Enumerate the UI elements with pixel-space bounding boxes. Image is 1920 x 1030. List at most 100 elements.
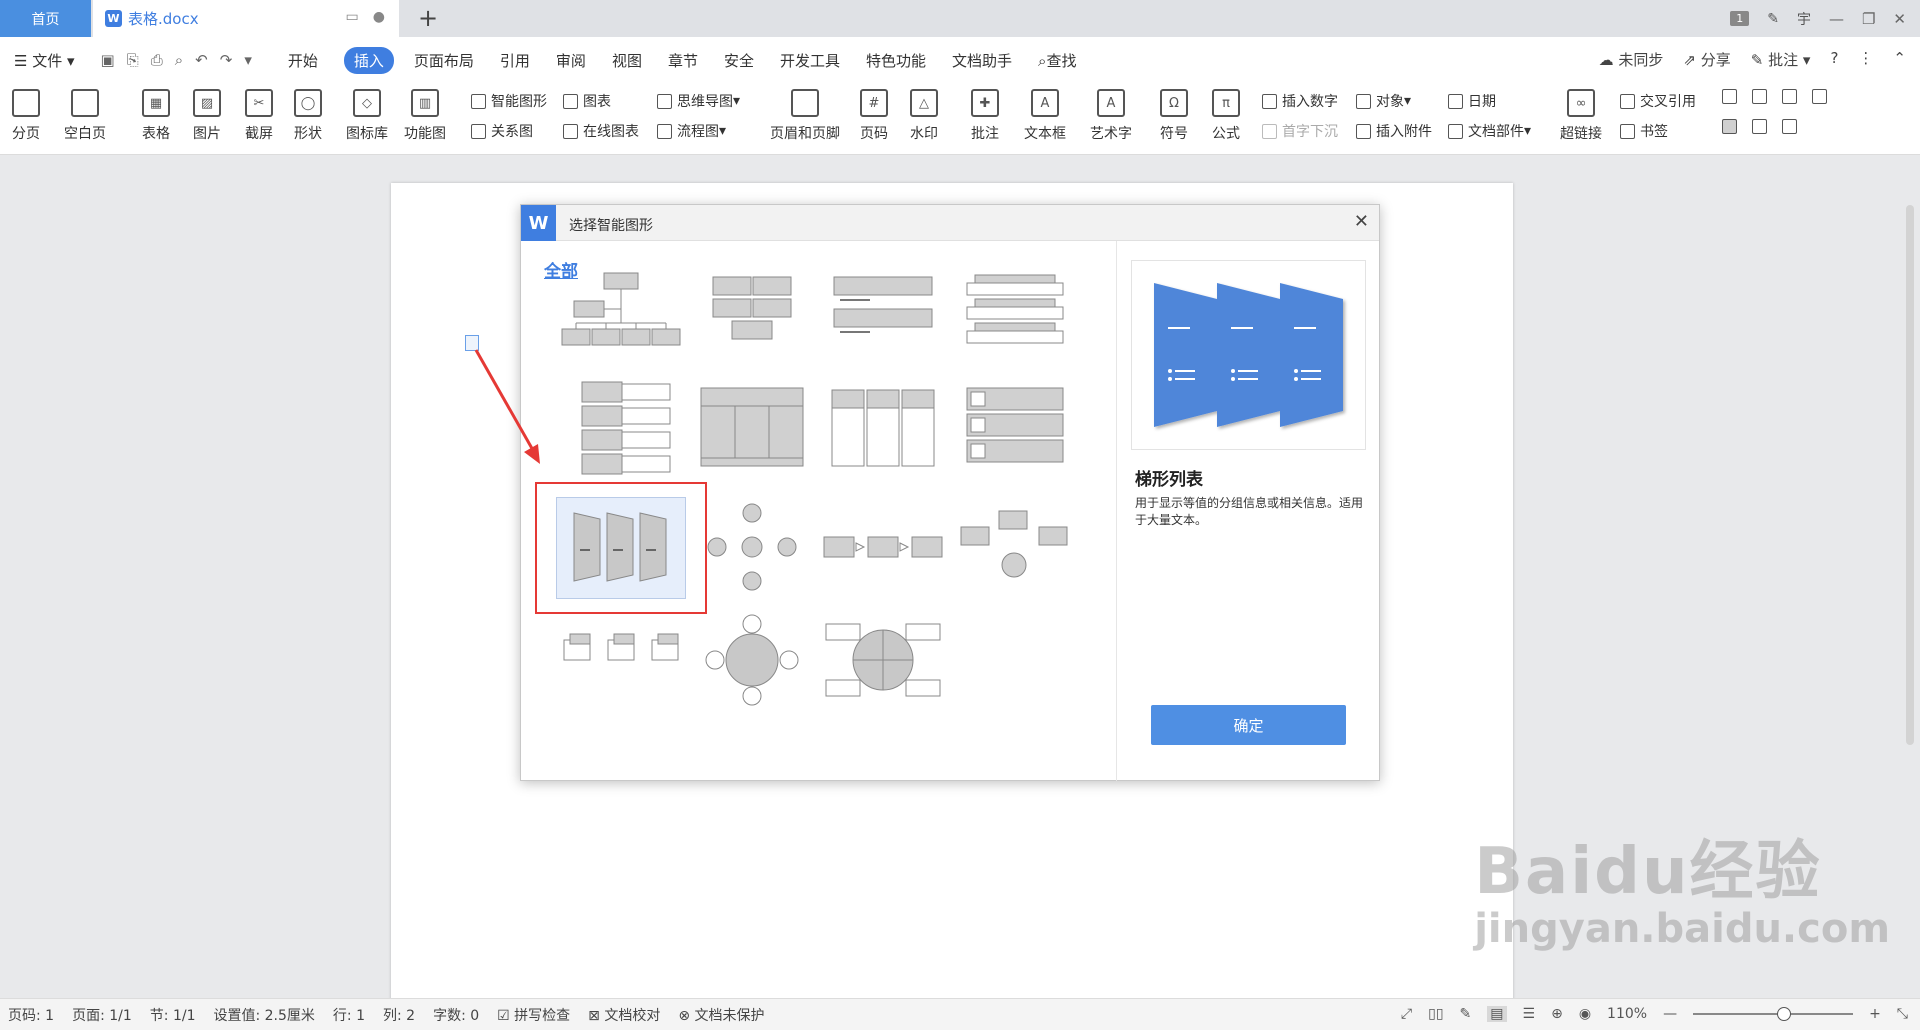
hyperlink-button[interactable]: ∞ 超链接 [1560, 89, 1602, 143]
present-icon[interactable]: ▭ [346, 9, 359, 25]
help-icon[interactable]: ? [1830, 49, 1838, 70]
print-preview-icon[interactable]: ⌕ [175, 51, 183, 69]
menu-chapter[interactable]: 章节 [668, 50, 698, 71]
web-view-icon[interactable]: ⊕ [1551, 1006, 1563, 1022]
insert-number-button[interactable]: 插入数字 [1262, 91, 1338, 111]
list-field-icon[interactable] [1782, 89, 1797, 104]
comment-insert-button[interactable]: ✚ 批注 [971, 89, 999, 143]
vertical-scrollbar[interactable] [1900, 155, 1920, 998]
checkbox-icon[interactable] [1752, 89, 1767, 104]
page-break-button[interactable]: 分页 [12, 89, 40, 143]
smartart-trapezoid-list[interactable] [556, 497, 686, 597]
write-mode-icon[interactable]: ✎ [1460, 1006, 1472, 1022]
menu-file[interactable]: ☰ 文件 ▾ [14, 50, 75, 71]
menu-security[interactable]: 安全 [724, 50, 754, 71]
eye-protect-icon[interactable]: ◉ [1579, 1006, 1591, 1022]
table-button[interactable]: ▦ 表格 [142, 89, 170, 143]
tab-home[interactable]: 首页 [0, 0, 91, 37]
dot-icon[interactable]: ● [373, 9, 385, 25]
menu-page-layout[interactable]: 页面布局 [414, 50, 474, 71]
redo-icon[interactable]: ↷ [220, 51, 233, 69]
share-button[interactable]: ⇗ 分享 [1683, 49, 1730, 70]
shape-button[interactable]: ◯ 形状 [294, 89, 322, 143]
menu-reference[interactable]: 引用 [500, 50, 530, 71]
picture-button[interactable]: ▨ 图片 [193, 89, 221, 143]
word-art-button[interactable]: A 艺术字 [1090, 89, 1132, 143]
text-field-icon[interactable] [1722, 89, 1737, 104]
menu-view[interactable]: 视图 [612, 50, 642, 71]
reading-mode-icon[interactable]: ▯▯ [1428, 1006, 1443, 1022]
page-view-icon[interactable]: ▤ [1487, 1006, 1507, 1022]
relation-chart-button[interactable]: 关系图 [471, 121, 533, 141]
user-name[interactable]: 宇 [1797, 9, 1811, 29]
online-chart-button[interactable]: 在线图表 [563, 121, 639, 141]
smartart-cycle-circle[interactable] [687, 610, 817, 710]
form-reset-icon[interactable] [1752, 119, 1767, 134]
restore-icon[interactable]: ❐ [1862, 10, 1875, 28]
more-vert-icon[interactable]: ⋮ [1858, 49, 1873, 70]
zoom-level[interactable]: 110% [1607, 1006, 1647, 1022]
menu-search[interactable]: ⌕查找 [1038, 50, 1076, 71]
smartart-converging[interactable] [949, 497, 1079, 597]
print-icon[interactable]: ⎙ [151, 51, 163, 69]
dialog-close-icon[interactable]: ✕ [1354, 211, 1369, 232]
fit-page-icon[interactable]: ⤡ [1897, 1006, 1908, 1022]
smart-art-button[interactable]: 智能图形 [471, 91, 547, 111]
close-icon[interactable]: ✕ [1893, 10, 1906, 28]
menu-insert[interactable]: 插入 [343, 46, 394, 74]
zoom-slider-knob[interactable] [1777, 1007, 1792, 1021]
minimize-icon[interactable]: — [1829, 10, 1844, 28]
menu-review[interactable]: 审阅 [556, 50, 586, 71]
collapse-ribbon-icon[interactable]: ⌃ [1893, 49, 1906, 70]
date-button[interactable]: 日期 [1448, 91, 1496, 111]
ok-button[interactable]: 确定 [1151, 705, 1346, 745]
drop-cap-button[interactable]: 首字下沉 [1262, 121, 1338, 141]
menu-features[interactable]: 特色功能 [866, 50, 926, 71]
outline-view-icon[interactable]: ☰ [1523, 1006, 1536, 1022]
bookmark-button[interactable]: 书签 [1620, 121, 1668, 141]
status-section[interactable]: 节: 1/1 [150, 1005, 196, 1025]
protect-button[interactable]: ⊗ 文档未保护 [678, 1005, 764, 1025]
pen-icon[interactable]: ✎ [1767, 11, 1779, 27]
menu-assistant[interactable]: 文档助手 [952, 50, 1012, 71]
function-chart-button[interactable]: ▥ 功能图 [404, 89, 446, 143]
object-button[interactable]: 对象 ▾ [1356, 91, 1411, 111]
text-box-button[interactable]: A 文本框 [1024, 89, 1066, 143]
status-page[interactable]: 页码: 1 [8, 1005, 54, 1025]
more-icon[interactable]: ▾ [244, 51, 252, 69]
scrollbar-thumb[interactable] [1906, 205, 1914, 745]
fullscreen-icon[interactable]: ⤢ [1401, 1006, 1412, 1022]
sync-status[interactable]: ☁ 未同步 [1599, 49, 1664, 70]
form-lock-icon[interactable] [1812, 89, 1827, 104]
icon-library-button[interactable]: ◇ 图标库 [346, 89, 388, 143]
header-footer-button[interactable]: 页眉和页脚 [770, 89, 840, 143]
watermark-button[interactable]: △ 水印 [910, 89, 938, 143]
spellcheck-button[interactable]: ☑ 拼写检查 [497, 1005, 570, 1025]
smartart-block-grid[interactable] [687, 263, 817, 363]
zoom-in-icon[interactable]: + [1869, 1006, 1881, 1022]
chart-button[interactable]: 图表 [563, 91, 611, 111]
status-setting[interactable]: 设置值: 2.5厘米 [213, 1005, 314, 1025]
smartart-offset-list[interactable] [949, 263, 1079, 363]
save-icon[interactable]: ▣ [101, 51, 115, 69]
tab-document[interactable]: W 表格.docx ▭ ● [93, 0, 399, 37]
zoom-out-icon[interactable]: — [1663, 1006, 1677, 1022]
paste-options-icon[interactable] [465, 335, 479, 351]
formula-button[interactable]: π 公式 [1212, 89, 1240, 143]
comment-button[interactable]: ✎ 批注 ▾ [1751, 49, 1811, 70]
cross-ref-button[interactable]: 交叉引用 [1620, 91, 1696, 111]
smartart-column-list[interactable] [818, 380, 948, 480]
screenshot-button[interactable]: ✂ 截屏 [245, 89, 273, 143]
smartart-table-hierarchy[interactable] [687, 380, 817, 480]
doc-parts-button[interactable]: 文档部件 ▾ [1448, 121, 1531, 141]
smartart-vertical-bullets[interactable] [556, 380, 686, 480]
blank-page-button[interactable]: 空白页 [64, 89, 106, 143]
flowchart-button[interactable]: 流程图 ▾ [657, 121, 726, 141]
status-pages[interactable]: 页面: 1/1 [72, 1005, 132, 1025]
smartart-picture-list[interactable] [949, 380, 1079, 480]
smartart-step-process[interactable] [556, 610, 686, 710]
status-wordcount[interactable]: 字数: 0 [433, 1005, 479, 1025]
smartart-matrix-cycle[interactable] [818, 610, 948, 710]
form-shading-icon[interactable] [1722, 119, 1737, 134]
smartart-radial-cross[interactable] [687, 497, 817, 597]
